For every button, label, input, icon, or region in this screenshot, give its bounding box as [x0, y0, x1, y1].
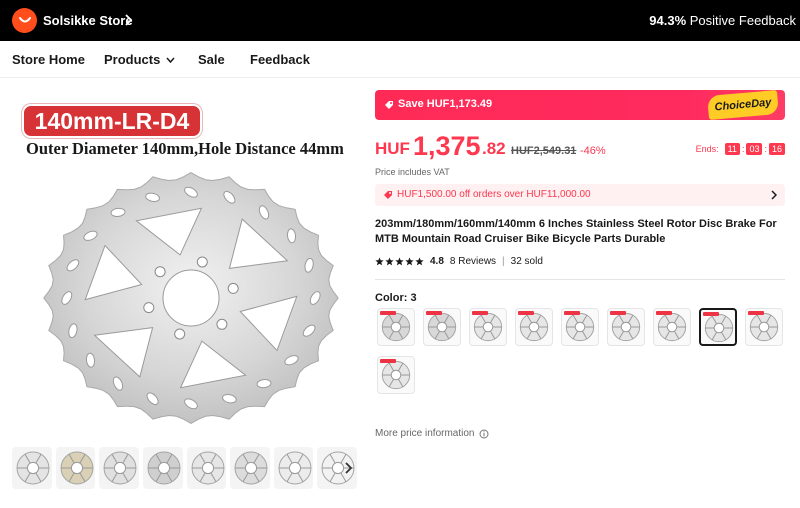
- swatch-size-badge: [472, 311, 488, 315]
- rating-value: 4.8: [430, 256, 444, 267]
- swatch-size-badge: [426, 311, 442, 315]
- star-rating: [375, 257, 424, 266]
- swatch-size-badge: [656, 311, 672, 315]
- price-row: HUF 1,375 .82 HUF2,549.31 -46% Ends: 11 …: [375, 131, 785, 163]
- aliexpress-logo-icon[interactable]: [12, 8, 37, 33]
- swatch-size-badge: [703, 312, 719, 316]
- countdown-separator: :: [764, 144, 767, 154]
- gallery-thumbnail[interactable]: [99, 447, 139, 489]
- choice-day-badge: ChoiceDay: [707, 89, 779, 121]
- swatch-size-badge: [380, 359, 396, 363]
- gallery-thumbnail[interactable]: [230, 447, 270, 489]
- nav-products-label: Products: [104, 52, 161, 67]
- coupon-tag-icon: [384, 191, 392, 199]
- info-icon: [479, 429, 489, 438]
- coupon-text: HUF1,500.00 off orders over HUF11,000.00: [397, 189, 591, 200]
- reviews-link[interactable]: 8 Reviews: [450, 256, 496, 267]
- store-nav: Store Home Products Sale Feedback: [0, 41, 800, 78]
- countdown-hours: 11: [724, 143, 740, 155]
- countdown-label: Ends:: [695, 144, 719, 154]
- color-label: Color: 3: [375, 292, 417, 304]
- gallery-thumbnail[interactable]: [55, 447, 96, 489]
- star-icon: [375, 257, 384, 266]
- countdown-separator: :: [741, 144, 745, 154]
- swatch-size-badge: [748, 311, 764, 315]
- sold-count: 32 sold: [510, 256, 543, 267]
- chevron-right-icon[interactable]: [123, 13, 133, 27]
- star-icon: [415, 257, 424, 266]
- color-swatch[interactable]: [377, 308, 415, 346]
- swatch-size-badge: [518, 311, 534, 315]
- disc-rotor-illustration: [43, 172, 339, 424]
- price-currency: HUF: [375, 139, 410, 158]
- tag-icon: [385, 101, 393, 109]
- thumbnail-strip: [12, 447, 357, 489]
- more-price-info[interactable]: More price information: [375, 428, 489, 439]
- divider: [375, 279, 785, 280]
- color-swatch[interactable]: [561, 308, 599, 346]
- chevron-right-icon: [771, 190, 777, 200]
- color-swatch[interactable]: [377, 356, 415, 394]
- nav-store-home[interactable]: Store Home: [12, 52, 85, 67]
- color-swatch[interactable]: [607, 308, 645, 346]
- countdown-seconds: 16: [768, 143, 785, 155]
- swatch-size-badge: [564, 311, 580, 315]
- color-swatch[interactable]: [469, 308, 507, 346]
- feedback-label: Positive Feedback: [689, 13, 796, 28]
- discount-percent: -46%: [580, 145, 606, 157]
- feedback-percent: 94.3%: [649, 13, 687, 28]
- price-integer: 1,375: [413, 131, 481, 161]
- color-swatch[interactable]: [699, 308, 737, 346]
- divider: |: [502, 256, 505, 267]
- color-swatch[interactable]: [653, 308, 691, 346]
- gallery-thumbnail[interactable]: [273, 447, 314, 489]
- image-caption: Outer Diameter 140mm,Hole Distance 44mm: [26, 139, 344, 158]
- gallery-thumbnail[interactable]: [186, 447, 227, 489]
- original-price: HUF2,549.31: [511, 145, 577, 157]
- gallery-thumbnail[interactable]: [142, 447, 183, 489]
- rating-row: 4.8 8 Reviews | 32 sold: [375, 256, 543, 267]
- color-swatch[interactable]: [423, 308, 461, 346]
- nav-feedback[interactable]: Feedback: [250, 52, 310, 67]
- product-title: 203mm/180mm/160mm/140mm 6 Inches Stainle…: [375, 218, 777, 245]
- store-name[interactable]: Solsikke Store: [43, 13, 133, 28]
- image-size-badge: 140mm-LR-D4: [22, 104, 202, 138]
- chevron-right-icon[interactable]: [343, 461, 353, 475]
- star-icon: [405, 257, 414, 266]
- countdown: Ends: 11 : 03 : 16: [696, 143, 785, 155]
- vat-note: Price includes VAT: [375, 167, 450, 177]
- chevron-down-icon: [166, 57, 175, 63]
- save-banner: Save HUF1,173.49 ChoiceDay: [375, 89, 785, 121]
- color-swatch[interactable]: [515, 308, 553, 346]
- more-price-label: More price information: [375, 428, 475, 439]
- main-product-image[interactable]: 140mm-LR-D4 Outer Diameter 140mm,Hole Di…: [12, 93, 362, 438]
- star-icon: [395, 257, 404, 266]
- save-amount: Save HUF1,173.49: [398, 98, 493, 110]
- store-header: Solsikke Store 94.3% Positive Feedback: [0, 0, 800, 41]
- price-decimal: .82: [482, 139, 506, 158]
- star-icon: [385, 257, 394, 266]
- nav-sale[interactable]: Sale: [198, 52, 225, 67]
- coupon-banner[interactable]: HUF1,500.00 off orders over HUF11,000.00: [375, 184, 785, 206]
- nav-products[interactable]: Products: [104, 52, 175, 67]
- swatch-size-badge: [380, 311, 396, 315]
- swatch-size-badge: [610, 311, 626, 315]
- countdown-minutes: 03: [746, 143, 763, 155]
- color-swatch[interactable]: [745, 308, 783, 346]
- store-feedback: 94.3% Positive Feedback: [649, 13, 796, 28]
- gallery-thumbnail[interactable]: [12, 447, 52, 489]
